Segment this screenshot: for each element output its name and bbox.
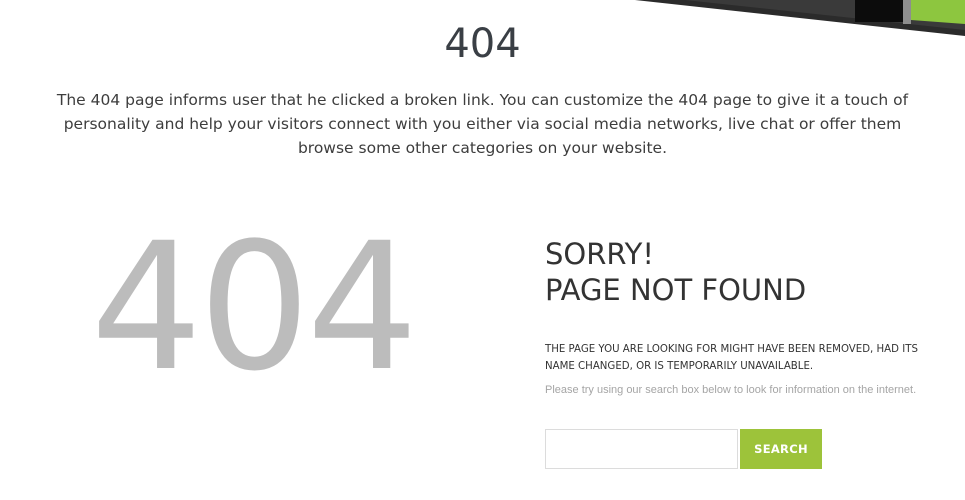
search-button[interactable]: SEARCH	[740, 429, 822, 469]
page-title: 404	[444, 21, 521, 67]
not-found-heading: SORRY! PAGE NOT FOUND	[545, 236, 925, 308]
search-form: SEARCH	[545, 429, 822, 469]
sorry-text: SORRY!	[545, 237, 655, 271]
intro-paragraph: The 404 page informs user that he clicke…	[56, 91, 909, 157]
error-explanation: THE PAGE YOU ARE LOOKING FOR MIGHT HAVE …	[545, 344, 918, 372]
error-code-graphic: 404	[90, 205, 419, 410]
page-not-found-text: PAGE NOT FOUND	[545, 273, 807, 307]
search-hint: Please try using our search box below to…	[545, 384, 917, 396]
search-input[interactable]	[545, 429, 738, 469]
